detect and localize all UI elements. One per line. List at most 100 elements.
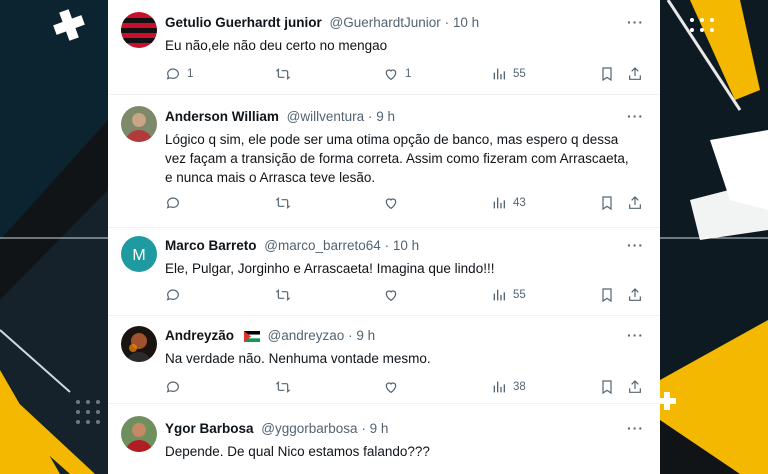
more-options-button[interactable]: ···: [627, 327, 644, 343]
view-count: 55: [513, 68, 526, 80]
author-handle[interactable]: @GuerhardtJunior: [330, 15, 441, 30]
more-options-button[interactable]: ···: [627, 420, 644, 436]
views-button[interactable]: 43: [491, 193, 526, 213]
reply-icon: [166, 289, 179, 301]
bookmark-button[interactable]: [599, 193, 615, 213]
share-button[interactable]: [627, 64, 643, 84]
retweet-icon: [275, 381, 291, 393]
share-icon: [629, 67, 641, 80]
separator-dot: ·: [384, 238, 390, 253]
like-button[interactable]: [383, 285, 399, 305]
views-button[interactable]: 55: [491, 64, 526, 84]
tweet-text: Ele, Pulgar, Jorginho e Arrascaeta! Imag…: [165, 261, 495, 276]
retweet-icon: [275, 68, 291, 80]
timestamp[interactable]: 10 h: [393, 238, 419, 253]
tweet-actions: 55: [165, 285, 646, 305]
retweet-icon: [275, 289, 291, 301]
share-button[interactable]: [627, 193, 643, 213]
tweet-text: Lógico q sim, ele pode ser uma otima opç…: [165, 130, 646, 187]
user-avatar[interactable]: [121, 106, 157, 142]
author-name[interactable]: Andreyzão: [165, 328, 234, 343]
views-icon: [493, 68, 505, 80]
separator-dot: ·: [367, 109, 373, 124]
author-name[interactable]: Ygor Barbosa: [165, 421, 254, 436]
retweet-button[interactable]: [275, 64, 291, 84]
person-photo-icon: [121, 326, 157, 362]
timestamp[interactable]: 9 h: [376, 109, 395, 124]
letter-avatar-icon: M: [121, 236, 157, 272]
like-count: 1: [405, 68, 412, 80]
reply-count: 1: [187, 68, 194, 80]
reply-tweet[interactable]: Anderson William @willventura · 9 h ··· …: [108, 95, 660, 228]
tweet-text: Eu não,ele não deu certo no mengao: [165, 38, 388, 53]
tweet-actions: 1 1 55: [165, 64, 646, 84]
share-icon: [629, 196, 641, 209]
reply-icon: [166, 381, 179, 393]
author-handle[interactable]: @willventura: [287, 109, 364, 124]
bookmark-icon: [602, 67, 612, 82]
views-button[interactable]: 55: [491, 285, 526, 305]
heart-icon: [385, 198, 397, 210]
author-handle[interactable]: @marco_barreto64: [264, 238, 381, 253]
timestamp[interactable]: 10 h: [453, 15, 479, 30]
author-name[interactable]: Marco Barreto: [165, 238, 257, 253]
heart-icon: [385, 69, 397, 81]
views-button[interactable]: 38: [491, 377, 526, 397]
like-button[interactable]: 1: [383, 64, 411, 84]
separator-dot: ·: [361, 421, 366, 436]
user-avatar[interactable]: [121, 416, 157, 452]
user-avatar[interactable]: [121, 326, 157, 362]
views-icon: [493, 381, 505, 393]
timestamp[interactable]: 9 h: [370, 421, 389, 436]
like-button[interactable]: [383, 377, 399, 397]
view-count: 55: [513, 289, 526, 301]
more-options-button[interactable]: ···: [627, 108, 644, 124]
reply-button[interactable]: [165, 193, 181, 213]
share-button[interactable]: [627, 285, 643, 305]
bookmark-button[interactable]: [599, 285, 615, 305]
reply-button[interactable]: [165, 285, 181, 305]
tweet-header: Andreyzão @andreyzao · 9 h: [165, 328, 648, 343]
flamengo-crest-icon: [121, 12, 157, 48]
more-options-button[interactable]: ···: [627, 237, 644, 253]
replies-panel: Getulio Guerhardt junior @GuerhardtJunio…: [108, 0, 660, 474]
reply-tweet[interactable]: Ygor Barbosa @yggorbarbosa · 9 h ··· Dep…: [108, 404, 660, 474]
author-handle[interactable]: @yggorbarbosa: [261, 421, 357, 436]
reply-button[interactable]: [165, 377, 181, 397]
tweet-text-line: vez façam a transição de forma correta. …: [165, 151, 629, 166]
user-avatar[interactable]: M: [121, 236, 157, 272]
timestamp[interactable]: 9 h: [356, 328, 375, 343]
avatar-letter: M: [132, 247, 145, 264]
share-button[interactable]: [627, 377, 643, 397]
views-icon: [493, 197, 505, 209]
person-photo-icon: [121, 416, 157, 452]
tweet-header: Marco Barreto @marco_barreto64 · 10 h: [165, 238, 648, 253]
heart-icon: [385, 382, 397, 394]
bookmark-icon: [602, 380, 612, 395]
more-options-button[interactable]: ···: [627, 14, 644, 30]
reply-icon: [166, 68, 179, 80]
reply-button[interactable]: 1: [165, 64, 193, 84]
heart-icon: [385, 290, 397, 302]
author-name[interactable]: Anderson William: [165, 109, 279, 124]
tweet-text: Depende. De qual Nico estamos falando???: [165, 444, 430, 459]
author-name[interactable]: Getulio Guerhardt junior: [165, 15, 322, 30]
reply-tweet[interactable]: Getulio Guerhardt junior @GuerhardtJunio…: [108, 0, 660, 95]
retweet-button[interactable]: [275, 193, 291, 213]
separator-dot: ·: [348, 328, 353, 343]
tweet-text-line: e nunca mais o Arrasca teve lesão.: [165, 170, 376, 185]
tweet-header: Anderson William @willventura · 9 h: [165, 109, 648, 124]
person-photo-icon: [121, 106, 157, 142]
retweet-button[interactable]: [275, 377, 291, 397]
bookmark-button[interactable]: [599, 377, 615, 397]
reply-tweet[interactable]: Andreyzão @andreyzao · 9 h ··· Na verdad…: [108, 316, 660, 404]
like-button[interactable]: [383, 193, 399, 213]
bookmark-button[interactable]: [599, 64, 615, 84]
flamengo-avatar[interactable]: [121, 12, 157, 48]
share-icon: [629, 288, 641, 301]
separator-dot: ·: [444, 15, 450, 30]
author-handle[interactable]: @andreyzao: [268, 328, 345, 343]
view-count: 38: [513, 381, 526, 393]
reply-tweet[interactable]: M Marco Barreto @marco_barreto64 · 10 h …: [108, 228, 660, 316]
retweet-button[interactable]: [275, 285, 291, 305]
